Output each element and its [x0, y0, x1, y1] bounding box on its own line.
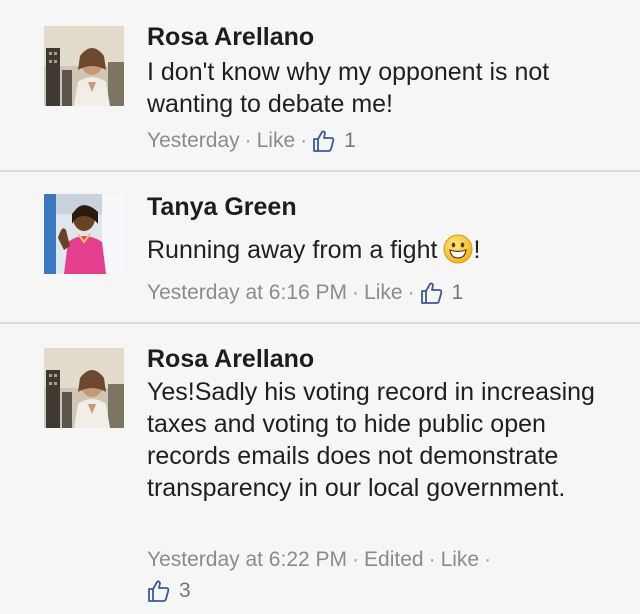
comment-item: Tanya Green Running away from a fight ! … [0, 172, 640, 322]
comment-text-main: Running away from a fight [147, 236, 438, 264]
comment-author[interactable]: Rosa Arellano [147, 344, 314, 374]
edited-label[interactable]: Edited [364, 546, 424, 574]
like-count[interactable]: 3 [179, 577, 191, 605]
like-count[interactable]: 1 [344, 127, 356, 155]
avatar[interactable] [44, 194, 124, 274]
comment-timestamp[interactable]: Yesterday [147, 127, 240, 155]
comment-text: Yes!Sadly his voting record in increasin… [147, 378, 595, 502]
comment-like-row: 3 [147, 577, 191, 605]
like-count[interactable]: 1 [452, 279, 464, 307]
comment-item: Rosa Arellano Yes!Sadly his voting recor… [0, 324, 640, 614]
thumbs-up-icon[interactable] [420, 281, 444, 305]
avatar[interactable] [44, 26, 124, 106]
comment-timestamp[interactable]: Yesterday at 6:16 PM [147, 279, 347, 307]
comment-timestamp[interactable]: Yesterday at 6:22 PM [147, 546, 347, 574]
comment-author[interactable]: Rosa Arellano [147, 22, 314, 52]
comment-text: Running away from a fight ! [147, 234, 617, 266]
like-button[interactable]: Like [364, 279, 403, 307]
like-button[interactable]: Like [441, 546, 480, 574]
comment-meta: Yesterday at 6:16 PM · Like · 1 [147, 279, 463, 307]
comment-meta: Yesterday · Like · 1 [147, 127, 356, 155]
comment-meta: Yesterday at 6:22 PM · Edited · Like · [147, 546, 496, 574]
meta-separator: · [428, 548, 436, 571]
meta-separator: · [484, 548, 492, 571]
meta-separator: · [300, 129, 308, 152]
meta-separator: · [352, 548, 360, 571]
meta-separator: · [352, 281, 360, 304]
meta-separator: · [244, 129, 252, 152]
comment-author[interactable]: Tanya Green [147, 192, 297, 222]
comment-text-suffix: ! [473, 236, 481, 264]
grinning-face-icon [443, 234, 473, 264]
like-button[interactable]: Like [257, 127, 296, 155]
meta-separator: · [407, 281, 415, 304]
thumbs-up-icon[interactable] [147, 579, 171, 603]
avatar[interactable] [44, 348, 124, 428]
comment-text: I don't know why my opponent is not want… [147, 58, 550, 118]
comment-item: Rosa Arellano I don't know why my oppone… [0, 0, 640, 170]
thumbs-up-icon[interactable] [312, 129, 336, 153]
